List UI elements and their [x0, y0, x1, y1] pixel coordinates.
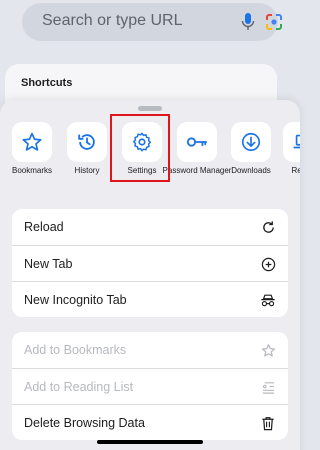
reload-icon — [260, 219, 276, 235]
menu-item-new-incognito-tab[interactable]: New Incognito Tab — [12, 281, 288, 317]
reading-list-icon — [260, 379, 276, 395]
menu-item-label: Add to Bookmarks — [24, 343, 127, 357]
menu-item-label: New Tab — [24, 256, 73, 271]
lens-icon[interactable] — [264, 12, 284, 37]
menu-item-add-to-reading-list: Add to Reading List — [12, 368, 288, 404]
menu-item-new-tab[interactable]: New Tab — [12, 245, 288, 281]
menu-item-label: Add to Reading List — [24, 379, 134, 394]
menu-group-page: Add to Bookmarks Add to Reading List Del… — [12, 332, 288, 440]
trash-icon — [260, 415, 276, 431]
microphone-icon[interactable] — [241, 12, 255, 37]
menu-item-add-to-bookmarks: Add to Bookmarks — [12, 332, 288, 368]
menu-item-label: Reload — [24, 220, 64, 234]
download-icon — [231, 122, 271, 162]
menu-item-reload[interactable]: Reload — [12, 209, 288, 245]
key-icon — [177, 122, 217, 162]
plus-circle-icon — [260, 256, 276, 272]
home-indicator — [97, 440, 203, 444]
menu-item-label: Delete Browsing Data — [24, 415, 145, 430]
sheet-grabber[interactable] — [138, 106, 162, 111]
menu-item-label: New Incognito Tab — [24, 292, 127, 307]
laptop-icon — [283, 122, 300, 162]
menu-group-tabs: Reload New Tab New Incognito Tab — [12, 209, 288, 317]
shortcuts-title: Shortcuts — [21, 77, 73, 89]
incognito-icon — [260, 292, 276, 308]
action-label: Recen — [291, 166, 300, 175]
star-outline-icon — [260, 342, 276, 358]
settings-highlight-box — [110, 114, 170, 182]
overflow-menu-sheet: Bookmarks History Settings Password Mana… — [0, 100, 300, 450]
search-input[interactable]: Search or type URL — [42, 12, 183, 30]
star-icon — [12, 122, 52, 162]
history-icon — [67, 122, 107, 162]
action-row: Bookmarks History Settings Password Mana… — [0, 114, 300, 190]
search-bar[interactable]: Search or type URL — [22, 3, 282, 41]
menu-item-delete-browsing-data[interactable]: Delete Browsing Data — [12, 404, 288, 440]
